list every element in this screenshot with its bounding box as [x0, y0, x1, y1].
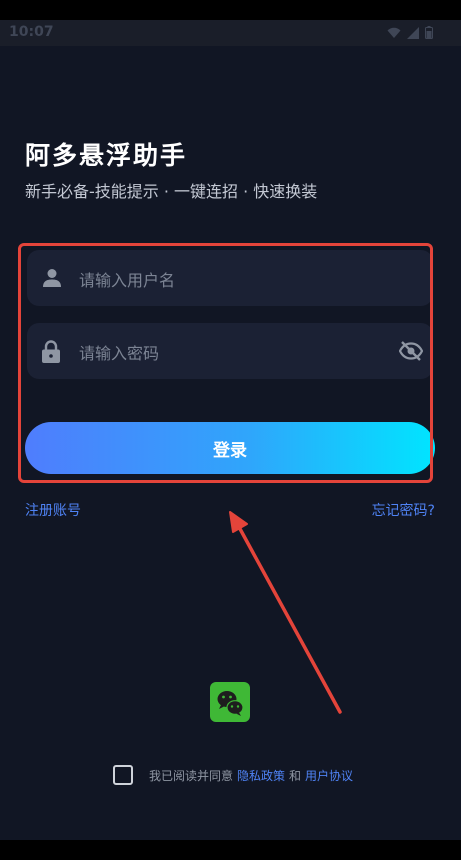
top-bezel: [0, 0, 461, 20]
forgot-password-link[interactable]: 忘记密码?: [372, 500, 435, 520]
bottom-bezel: [0, 840, 461, 860]
agreement-prefix: 我已阅读并同意: [149, 768, 234, 783]
user-agreement-link[interactable]: 用户协议: [305, 767, 353, 784]
battery-icon: [425, 26, 433, 39]
register-link[interactable]: 注册账号: [25, 500, 81, 520]
agreement-checkbox[interactable]: [113, 765, 133, 785]
status-bar: 10:07: [0, 20, 461, 46]
wechat-icon: [217, 691, 244, 716]
wechat-login-button[interactable]: [210, 682, 250, 722]
login-form-highlight: [18, 243, 433, 483]
status-time: 10:07: [9, 24, 54, 40]
app-title: 阿多悬浮助手: [25, 141, 188, 170]
app-subtitle: 新手必备-技能提示 · 一键连招 · 快速换装: [25, 182, 318, 201]
wifi-icon: [387, 27, 401, 38]
signal-icon: [407, 26, 419, 39]
status-icons: [387, 26, 433, 39]
agreement-and: 和: [289, 768, 302, 783]
privacy-policy-link[interactable]: 隐私政策: [237, 767, 285, 784]
agreement-row: 我已阅读并同意 隐私政策 和 用户协议: [113, 764, 353, 786]
